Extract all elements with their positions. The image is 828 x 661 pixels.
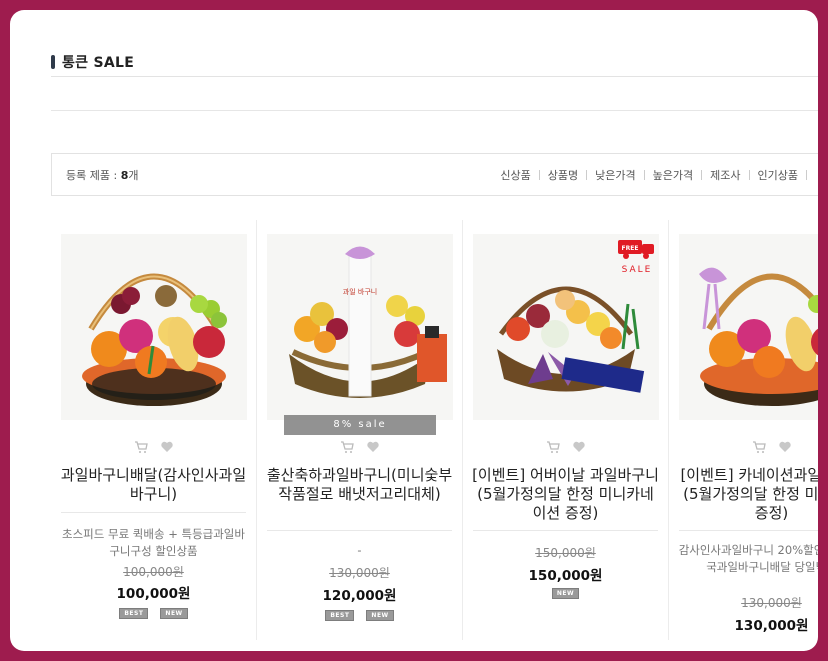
separator <box>806 169 807 180</box>
product-card[interactable]: 과일 바구니 8% sale 출산축하과일바구니(미니숯부작품절로 배냇저고리대… <box>257 220 463 640</box>
original-price: 130,000원 <box>329 566 390 580</box>
product-name[interactable]: 과일바구니배달(감사인사과일바구니) <box>59 466 248 504</box>
product-card[interactable]: 과일바구니배달(감사인사과일바구니) 초스피드 무료 퀵배송 + 특등급과일바구… <box>51 220 257 640</box>
cart-icon[interactable] <box>340 440 354 454</box>
sort-maker[interactable]: 제조사 <box>702 167 748 183</box>
product-card[interactable]: [이벤트] 카네이션과일바구니 (5월가정의달 한정 미니화분 증정) 감사인사… <box>669 220 818 640</box>
sort-low-price[interactable]: 낮은가격 <box>587 167 643 183</box>
product-desc: - <box>357 543 362 557</box>
sort-name[interactable]: 상품명 <box>540 167 586 183</box>
divider <box>267 530 452 531</box>
fruit-basket-image <box>61 234 247 420</box>
count-label: 등록 제품 : <box>66 168 118 182</box>
divider <box>473 530 658 531</box>
product-desc: 초스피드 무료 퀵배송 + 특등급과일바구니구성 할인상품 <box>62 527 245 558</box>
product-actions <box>463 440 668 454</box>
count-unit: 개 <box>128 168 139 182</box>
cart-icon[interactable] <box>546 440 560 454</box>
product-image[interactable]: 과일 바구니 <box>267 234 453 420</box>
sort-popular[interactable]: 인기상품 <box>750 167 806 183</box>
section-header: 통큰 SALE <box>51 52 134 72</box>
new-badge: NEW <box>160 608 188 619</box>
list-toolbar: 등록 제품 : 8개 신상품 상품명 낮은가격 높은가격 제조사 인기상품 <box>51 153 818 196</box>
product-image[interactable] <box>679 234 818 420</box>
sale-strip: 8% sale <box>284 415 436 435</box>
heart-icon[interactable] <box>778 440 792 454</box>
product-actions <box>669 440 818 454</box>
new-badge: NEW <box>551 588 580 599</box>
sale-price: 130,000원 <box>734 618 809 634</box>
heart-icon[interactable] <box>366 440 380 454</box>
product-image[interactable] <box>61 234 247 420</box>
product-grid: 과일바구니배달(감사인사과일바구니) 초스피드 무료 퀵배송 + 특등급과일바구… <box>51 220 818 640</box>
sort-new[interactable]: 신상품 <box>492 167 538 183</box>
sale-label: SALE <box>622 265 653 275</box>
product-desc: 감사인사과일바구니 20%할인상품! 전국과일바구니배달 당일낙원 <box>678 543 818 574</box>
badge-group: BEST NEW <box>51 608 256 619</box>
product-count: 등록 제품 : 8개 <box>66 167 138 183</box>
product-actions <box>257 440 462 454</box>
fruit-basket-image <box>679 234 818 420</box>
sort-high-price[interactable]: 높은가격 <box>645 167 701 183</box>
new-badge: NEW <box>366 610 394 621</box>
ribbon-text: 과일 바구니 <box>343 287 377 296</box>
original-price: 100,000원 <box>123 565 184 579</box>
product-actions <box>51 440 256 454</box>
heart-icon[interactable] <box>160 440 174 454</box>
free-label: FREE <box>622 245 639 252</box>
sale-price: 120,000원 <box>322 588 397 604</box>
sort-options: 신상품 상품명 낮은가격 높은가격 제조사 인기상품 <box>492 167 807 183</box>
free-sale-icon: FREE SALE <box>618 240 654 275</box>
best-badge: BEST <box>325 610 355 621</box>
product-name[interactable]: 출산축하과일바구니(미니숯부작품절로 배냇저고리대체) <box>265 466 454 504</box>
sale-price: 150,000원 <box>528 568 603 584</box>
title-marker <box>51 55 55 69</box>
badge-group: NEW <box>463 588 668 599</box>
divider <box>51 110 818 111</box>
original-price: 150,000원 <box>535 546 596 560</box>
section-title: 통큰 SALE <box>62 55 135 71</box>
original-price: 130,000원 <box>741 596 802 610</box>
cart-icon[interactable] <box>752 440 766 454</box>
cart-icon[interactable] <box>134 440 148 454</box>
best-badge: BEST <box>119 608 149 619</box>
product-name[interactable]: [이벤트] 카네이션과일바구니 (5월가정의달 한정 미니화분 증정) <box>677 466 818 523</box>
product-name[interactable]: [이벤트] 어버이날 과일바구니 (5월가정의달 한정 미니카네이션 증정) <box>471 466 660 523</box>
sale-price: 100,000원 <box>116 586 191 602</box>
page-frame: 통큰 SALE 등록 제품 : 8개 신상품 상품명 낮은가격 높은가격 제조사… <box>10 10 818 651</box>
badge-group: BEST NEW <box>257 610 462 621</box>
heart-icon[interactable] <box>572 440 586 454</box>
product-card[interactable]: FREE SALE [이벤트] 어버이날 과일바구니 (5월가정의달 한정 미니… <box>463 220 669 640</box>
divider <box>51 76 818 77</box>
divider <box>61 512 246 513</box>
divider <box>679 530 818 531</box>
fruit-basket-image: 과일 바구니 <box>267 234 453 420</box>
